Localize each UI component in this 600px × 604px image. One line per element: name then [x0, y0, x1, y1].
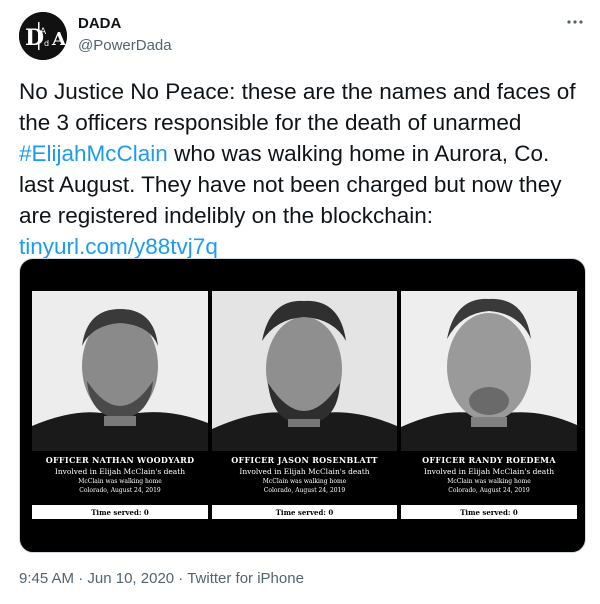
svg-text:A: A — [40, 27, 47, 37]
svg-text:A: A — [51, 29, 67, 50]
url-link[interactable]: tinyurl.com/y88tvj7q — [19, 234, 218, 259]
officer-detail-2: Colorado, August 24, 2019 — [79, 487, 161, 494]
officer-caption: OFFICER JASON ROSENBLATT Involved in Eli… — [212, 451, 397, 494]
officer-panel: OFFICER NATHAN WOODYARD Involved in Elij… — [32, 291, 208, 496]
officer-photo — [401, 291, 577, 451]
tweet-metadata: 9:45 AM · Jun 10, 2020 · Twitter for iPh… — [19, 570, 304, 587]
officer-detail-1: McClain was walking home — [447, 478, 531, 485]
officer-panel: OFFICER RANDY ROEDEMA Involved in Elijah… — [401, 291, 577, 496]
tweet-text: No Justice No Peace: these are the names… — [19, 76, 589, 262]
dada-logo-icon: D A d A — [19, 12, 67, 60]
author-handle[interactable]: @PowerDada — [78, 37, 172, 54]
officer-involved: Involved in Elijah McClain's death — [423, 467, 555, 476]
officer-name: OFFICER JASON ROSENBLATT — [231, 455, 378, 465]
svg-text:d: d — [44, 39, 49, 48]
tweet-date[interactable]: Jun 10, 2020 — [87, 570, 174, 587]
more-options-icon[interactable] — [561, 8, 589, 36]
officer-photo — [212, 291, 397, 451]
separator: · — [74, 570, 88, 587]
separator: · — [174, 570, 188, 587]
tweet-source[interactable]: Twitter for iPhone — [187, 570, 304, 587]
officer-detail-1: McClain was walking home — [78, 478, 162, 485]
officer-caption: OFFICER RANDY ROEDEMA Involved in Elijah… — [401, 451, 577, 494]
tweet: D A d A DADA @PowerDada No Justice No Pe… — [0, 0, 600, 604]
officer-panel: OFFICER JASON ROSENBLATT Involved in Eli… — [212, 291, 397, 496]
time-served-box: Time served: 0 — [401, 505, 577, 519]
time-served-box: Time served: 0 — [212, 505, 397, 519]
tweet-media-image[interactable]: OFFICER NATHAN WOODYARD Involved in Elij… — [19, 258, 586, 553]
officer-name: OFFICER NATHAN WOODYARD — [45, 455, 195, 465]
tweet-time[interactable]: 9:45 AM — [19, 570, 74, 587]
officer-caption: OFFICER NATHAN WOODYARD Involved in Elij… — [32, 451, 208, 494]
officer-detail-2: Colorado, August 24, 2019 — [263, 487, 346, 494]
hashtag-link[interactable]: #ElijahMcClain — [19, 141, 168, 166]
officer-detail-2: Colorado, August 24, 2019 — [448, 487, 530, 494]
time-served-box: Time served: 0 — [32, 505, 208, 519]
tweet-text-part-1: No Justice No Peace: these are the names… — [19, 79, 576, 135]
officer-name: OFFICER RANDY ROEDEMA — [422, 455, 556, 465]
author-display-name[interactable]: DADA — [78, 15, 121, 32]
officer-detail-1: McClain was walking home — [262, 478, 347, 485]
avatar[interactable]: D A d A — [19, 12, 67, 60]
officer-involved: Involved in Elijah McClain's death — [239, 467, 370, 476]
officer-involved: Involved in Elijah McClain's death — [54, 467, 186, 476]
officer-photo — [32, 291, 208, 451]
